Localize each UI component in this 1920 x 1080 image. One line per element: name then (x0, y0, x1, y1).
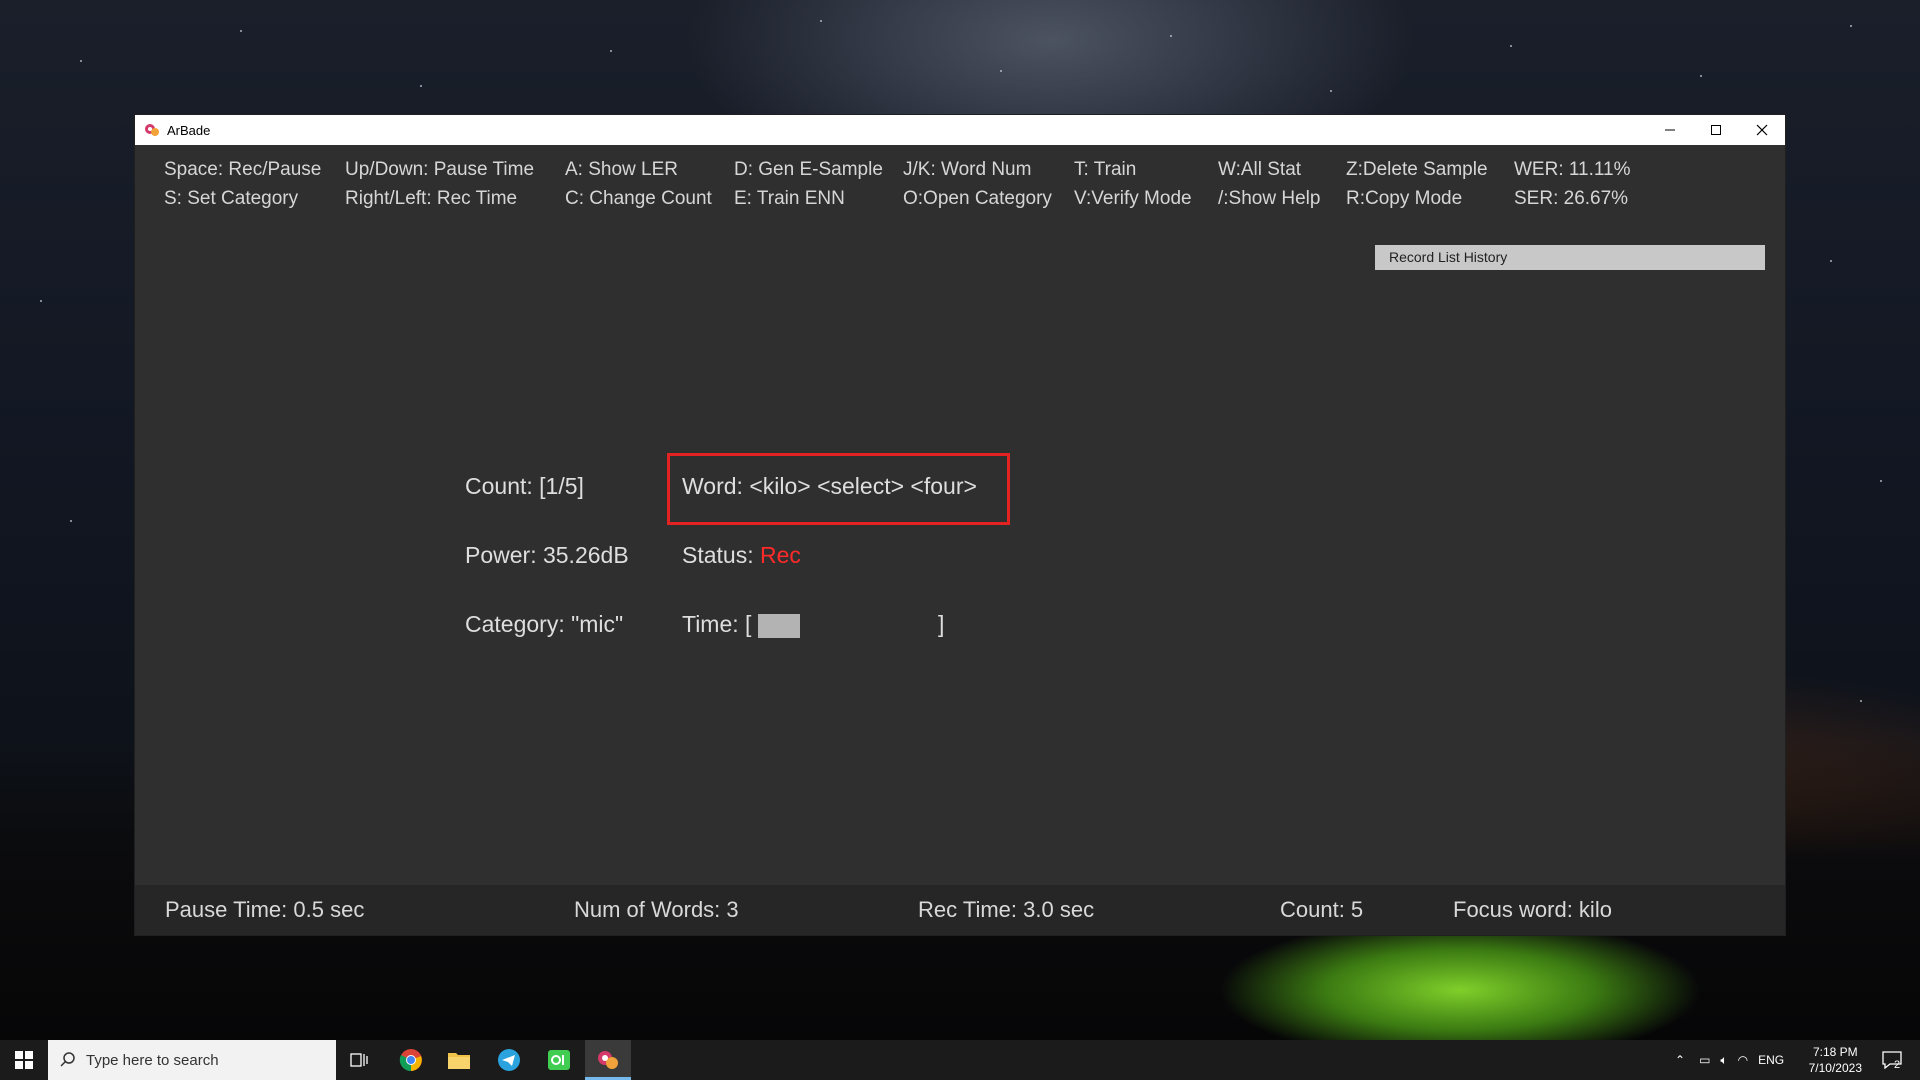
shortcut-set-category: S: Set Category (164, 188, 299, 209)
taskbar-clock[interactable]: 7:18 PM 7/10/2023 (1809, 1044, 1862, 1076)
shortcut-show-ler: A: Show LER (565, 159, 678, 180)
category-label: Category: "mic" (465, 611, 624, 637)
task-view-icon[interactable] (336, 1040, 382, 1080)
title-bar[interactable]: ArBade (135, 115, 1785, 145)
star (240, 30, 242, 32)
search-placeholder: Type here to search (86, 1051, 219, 1069)
status-bar: Pause Time: 0.5 sec Num of Words: 3 Rec … (135, 885, 1785, 935)
clock-time: 7:18 PM (1812, 1045, 1858, 1059)
arbade-taskbar-button[interactable] (585, 1040, 631, 1080)
ser-stat: SER: 26.67% (1514, 188, 1629, 209)
maximize-button[interactable] (1693, 115, 1739, 145)
arbade-window: ArBade Space: Rec/Pause S: Set Category … (135, 115, 1785, 935)
close-button[interactable] (1739, 115, 1785, 145)
star (1330, 90, 1332, 92)
count-status: Count: 5 (1280, 897, 1364, 922)
qt-creator-icon[interactable] (536, 1040, 582, 1080)
shortcut-train-enn: E: Train ENN (734, 188, 845, 209)
network-icon[interactable]: ◠ (1738, 1053, 1748, 1067)
shortcut-column: A: Show LER C: Change Count (565, 155, 712, 213)
glowing-tent (1180, 935, 1740, 1040)
star (1880, 480, 1882, 482)
num-words-status: Num of Words: 3 (574, 897, 739, 922)
shortcut-column: Up/Down: Pause Time Right/Left: Rec Time (345, 155, 534, 213)
shortcut-word-num: J/K: Word Num (903, 159, 1032, 180)
star (70, 520, 72, 522)
pause-time-status: Pause Time: 0.5 sec (165, 897, 365, 922)
battery-icon[interactable]: ▭ (1699, 1053, 1710, 1067)
shortcut-train: T: Train (1074, 159, 1137, 180)
stats-column: WER: 11.11% SER: 26.67% (1514, 155, 1631, 213)
rec-time-status: Rec Time: 3.0 sec (918, 897, 1095, 922)
focus-word-status: Focus word: kilo (1453, 897, 1612, 922)
star (1000, 70, 1002, 72)
shortcut-column: W:All Stat /:Show Help (1218, 155, 1320, 213)
shortcut-all-stat: W:All Stat (1218, 159, 1302, 180)
shortcut-column: D: Gen E-Sample E: Train ENN (734, 155, 883, 213)
shortcut-pause-time: Up/Down: Pause Time (345, 159, 535, 180)
time-progress-bar (758, 614, 800, 638)
count-label: Count: [1/5] (465, 473, 584, 499)
status-label: Status: Rec (682, 542, 801, 569)
windows-icon (15, 1051, 33, 1069)
time-label-close: ] (938, 611, 945, 637)
shortcut-open-category: O:Open Category (903, 188, 1052, 209)
arbade-icon (585, 1040, 631, 1080)
show-hidden-icons-icon[interactable]: ⌃ (1675, 1053, 1685, 1067)
star (1700, 75, 1702, 77)
star (1850, 25, 1852, 27)
star (1830, 260, 1832, 262)
power-label: Power: 35.26dB (465, 542, 629, 568)
star (1510, 45, 1512, 47)
word-label: Word: <kilo> <select> <four> (682, 473, 977, 499)
start-button[interactable] (0, 1040, 48, 1080)
system-tray: ⌃ ▭ 🔈︎ ◠ ENG (1675, 1040, 1784, 1080)
status-value: Rec (759, 542, 801, 568)
star (820, 20, 822, 22)
minimize-button[interactable] (1647, 115, 1693, 145)
telegram-icon[interactable] (486, 1040, 532, 1080)
star (1860, 700, 1862, 702)
shortcut-gen-e-sample: D: Gen E-Sample (734, 159, 883, 180)
notification-count: 2 (1894, 1059, 1901, 1071)
shortcut-rec-time: Right/Left: Rec Time (345, 188, 518, 209)
shortcut-change-count: C: Change Count (565, 188, 712, 209)
star (80, 60, 82, 62)
time-label-open: Time: [ (682, 611, 752, 637)
arbade-app-icon (143, 121, 161, 139)
volume-icon[interactable]: 🔈︎ (1720, 1053, 1727, 1068)
wer-stat: WER: 11.11% (1514, 159, 1631, 180)
shortcut-delete-sample: Z:Delete Sample (1346, 159, 1488, 180)
shortcut-copy-mode: R:Copy Mode (1346, 188, 1463, 209)
shortcut-column: J/K: Word Num O:Open Category (903, 155, 1052, 213)
shortcut-column: Space: Rec/Pause S: Set Category (164, 155, 321, 213)
shortcut-column: Z:Delete Sample R:Copy Mode (1346, 155, 1488, 213)
shortcut-column: T: Train V:Verify Mode (1074, 155, 1192, 213)
chrome-icon[interactable] (388, 1040, 434, 1080)
clock-date: 7/10/2023 (1808, 1061, 1862, 1075)
star (1170, 35, 1172, 37)
star (610, 50, 612, 52)
notification-center-button[interactable]: 2 (1872, 1040, 1912, 1080)
record-list-history-button[interactable]: Record List History (1375, 245, 1765, 270)
shortcut-show-help: /:Show Help (1218, 188, 1321, 209)
taskbar-search-box[interactable]: Type here to search (48, 1040, 336, 1080)
star (40, 300, 42, 302)
status-title: Status: (682, 542, 760, 568)
taskbar: Type here to search ⌃ ▭ 🔈︎ ◠ ENG 7:18 PM… (0, 1040, 1920, 1080)
shortcut-verify-mode: V:Verify Mode (1074, 188, 1192, 209)
star (420, 85, 422, 87)
language-indicator[interactable]: ENG (1758, 1053, 1784, 1067)
window-title: ArBade (167, 122, 211, 138)
search-icon (60, 1052, 75, 1067)
file-explorer-icon[interactable] (436, 1040, 482, 1080)
shortcut-rec-pause: Space: Rec/Pause (164, 159, 322, 180)
